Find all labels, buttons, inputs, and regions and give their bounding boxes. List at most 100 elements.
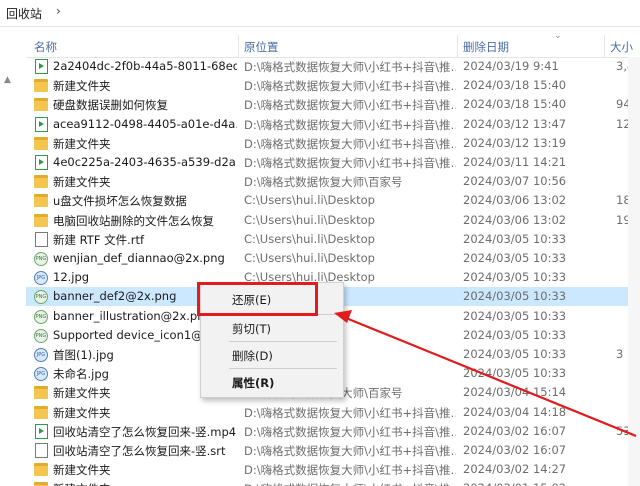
- column-header-size[interactable]: 大小: [610, 39, 633, 55]
- media-file-icon: [35, 155, 48, 170]
- file-name: 回收站清空了怎么恢复回来-竖.mp4: [53, 424, 237, 439]
- deleted-date: 2024/03/12 13:47: [463, 116, 567, 131]
- original-location: D:\嗨格式数据恢复大师\小红书+抖音\推…: [244, 79, 456, 94]
- table-row[interactable]: 电脑回收站删除的文件怎么恢复 C:\Users\hui.li\Desktop 202…: [26, 211, 640, 230]
- table-row[interactable]: 硬盘数据误删如何恢复 D:\嗨格式数据恢复大师\小红书+抖音\推… 2024/03/…: [26, 95, 640, 114]
- menu-item-label: 剪切(T): [232, 322, 271, 336]
- vertical-scrollbar[interactable]: [628, 57, 640, 486]
- table-row[interactable]: u盘文件损坏怎么恢复数据 C:\Users\hui.li\Desktop 2024/…: [26, 191, 640, 210]
- column-divider[interactable]: [457, 35, 458, 57]
- table-row[interactable]: acea9112-0498-4405-a01e-d4a… D:\嗨格式数据恢复大师…: [26, 115, 640, 134]
- table-row[interactable]: 新建文件夹 D:\嗨格式数据恢复大师\小红书+抖音\推… 2024/03/01 15…: [26, 479, 640, 486]
- file-name: 4e0c225a-2403-4635-a539-d2a…: [53, 155, 237, 169]
- deleted-date: 2024/03/06 13:02: [463, 212, 567, 227]
- table-row[interactable]: 回收站清空了怎么恢复回来-竖.mp4 D:\嗨格式数据恢复大师\小红书+抖音\推……: [26, 422, 640, 441]
- deleted-date: 2024/03/05 10:33: [463, 270, 567, 285]
- file-name: u盘文件损坏怎么恢复数据: [53, 194, 187, 209]
- collapse-up-icon[interactable]: ▲: [4, 75, 11, 85]
- folder-icon: [34, 405, 48, 419]
- table-row[interactable]: 新建文件夹 D:\嗨格式数据恢复大师\小红书+抖音\推… 2024/03/02 14…: [26, 460, 640, 479]
- deleted-date: 2024/03/02 16:07: [463, 423, 567, 438]
- table-row[interactable]: PNG wenjian_def_diannao@2x.png C:\Users\hu…: [26, 249, 640, 268]
- original-location: C:\Users\hui.li\Desktop: [244, 212, 375, 227]
- deleted-date: 2024/03/05 10:33: [463, 347, 567, 361]
- original-location: D:\嗨格式数据恢复大师\小红书+抖音\推…: [244, 60, 456, 74]
- deleted-date: 2024/03/05 10:33: [463, 366, 567, 381]
- sort-chevron-icon: ⌄: [554, 31, 562, 41]
- file-name: 电脑回收站删除的文件怎么恢复: [53, 213, 214, 228]
- original-location: D:\嗨格式数据恢复大师\小红书+抖音\推…: [244, 481, 456, 486]
- original-location: D:\嗨格式数据恢复大师\小红书+抖音\推…: [244, 98, 456, 113]
- table-row[interactable]: 回收站清空了怎么恢复回来-竖.srt D:\嗨格式数据恢复大师\小红书+抖音\推……: [26, 441, 640, 460]
- deleted-date: 2024/03/05 10:33: [463, 289, 567, 304]
- deleted-date: 2024/03/05 10:33: [463, 251, 567, 265]
- deleted-date: 2024/03/11 14:21: [463, 155, 567, 169]
- file-name: 新建 RTF 文件.rtf: [53, 232, 145, 247]
- original-location: D:\嗨格式数据恢复大师\百家号: [244, 175, 403, 190]
- column-divider[interactable]: [238, 35, 239, 57]
- document-icon: [35, 231, 48, 247]
- breadcrumb-chevron-icon[interactable]: ›: [56, 4, 61, 18]
- jpg-image-icon: JPG: [34, 271, 48, 286]
- column-header-name[interactable]: 名称: [34, 39, 57, 55]
- folder-icon: [34, 136, 48, 150]
- folder-icon: [34, 175, 48, 189]
- menu-item-delete[interactable]: 删除(D): [201, 344, 343, 366]
- file-name: 新建文件夹: [53, 136, 111, 151]
- table-row[interactable]: 新建文件夹 D:\嗨格式数据恢复大师\百家号 2024/03/07 10:56: [26, 172, 640, 191]
- table-row[interactable]: 新建文件夹 D:\嗨格式数据恢复大师\小红书+抖音\推… 2024/03/18 15…: [26, 76, 640, 95]
- deleted-date: 2024/03/05 10:33: [463, 308, 567, 323]
- folder-icon: [34, 213, 48, 227]
- deleted-date: 2024/03/01 15:02: [463, 481, 603, 486]
- folder-icon: [34, 463, 48, 477]
- file-name: 2a2404dc-2f0b-44a5-8011-68ed…: [53, 59, 237, 73]
- original-location: D:\嗨格式数据恢复大师\小红书+抖音\推…: [244, 136, 456, 151]
- file-name: wenjian_def_diannao@2x.png: [53, 251, 225, 265]
- media-file-icon: [35, 423, 48, 439]
- deleted-date: 2024/03/18 15:40: [463, 97, 567, 112]
- spacer: [0, 27, 640, 35]
- original-location: D:\嗨格式数据恢复大师\小红书+抖音\推…: [244, 463, 456, 478]
- original-location: C:\Users\hui.li\Desktop: [244, 231, 375, 246]
- jpg-image-icon: JPG: [34, 348, 48, 362]
- file-name: 回收站清空了怎么恢复回来-竖.srt: [53, 444, 226, 458]
- original-location: C:\Users\hui.li\Desktop: [244, 251, 375, 265]
- file-name: 硬盘数据误删如何恢复: [53, 98, 168, 113]
- original-location: D:\嗨格式数据恢复大师\小红书+抖音\推…: [244, 156, 456, 170]
- table-row[interactable]: 新建 RTF 文件.rtf C:\Users\hui.li\Desktop 2024…: [26, 230, 640, 249]
- file-name: 新建文件夹: [53, 481, 237, 486]
- deleted-date: 2024/03/04 15:14: [463, 385, 567, 400]
- png-image-icon: PNG: [34, 290, 48, 305]
- folder-icon: [34, 482, 48, 486]
- column-header: ⌄ 名称 原位置 删除日期 大小: [26, 31, 640, 58]
- file-name: 新建文件夹: [53, 175, 111, 190]
- deleted-date: 2024/03/02 16:07: [463, 443, 567, 457]
- menu-item-label: 删除(D): [232, 349, 273, 363]
- deleted-date: 2024/03/07 10:56: [463, 174, 567, 189]
- file-name: 新建文件夹: [53, 405, 111, 420]
- deleted-date: 2024/03/18 15:40: [463, 78, 567, 93]
- address-bar[interactable]: 回收站 ›: [0, 0, 640, 27]
- deleted-date: 2024/03/12 13:19: [463, 135, 567, 150]
- png-image-icon: PNG: [34, 309, 48, 324]
- file-name: 新建文件夹: [53, 79, 111, 94]
- menu-item-properties[interactable]: 属性(R): [201, 371, 343, 393]
- file-list: 2a2404dc-2f0b-44a5-8011-68ed… D:\嗨格式数据恢复大…: [26, 57, 640, 486]
- column-divider[interactable]: [604, 35, 605, 57]
- table-row[interactable]: 新建文件夹 D:\嗨格式数据恢复大师\小红书+抖音\推… 2024/03/04 14…: [26, 403, 640, 422]
- column-header-path[interactable]: 原位置: [244, 39, 279, 55]
- table-row[interactable]: 新建文件夹 D:\嗨格式数据恢复大师\小红书+抖音\推… 2024/03/12 13…: [26, 134, 640, 153]
- table-row[interactable]: 4e0c225a-2403-4635-a539-d2a… D:\嗨格式数据恢复大师…: [26, 153, 640, 172]
- menu-separator: [229, 341, 337, 342]
- png-image-icon: PNG: [34, 252, 48, 266]
- original-location: D:\嗨格式数据恢复大师\小红书+抖音\推…: [244, 424, 456, 439]
- folder-icon: [34, 79, 48, 93]
- column-header-date[interactable]: 删除日期: [463, 39, 509, 55]
- folder-icon: [34, 98, 48, 112]
- document-icon: [35, 443, 48, 458]
- navigation-pane: ▲: [0, 35, 26, 486]
- table-row[interactable]: 2a2404dc-2f0b-44a5-8011-68ed… D:\嗨格式数据恢复大…: [26, 57, 640, 76]
- file-name: acea9112-0498-4405-a01e-d4a…: [53, 116, 237, 131]
- deleted-date: 2024/03/04 14:18: [463, 404, 567, 419]
- menu-item-cut[interactable]: 剪切(T): [201, 317, 343, 339]
